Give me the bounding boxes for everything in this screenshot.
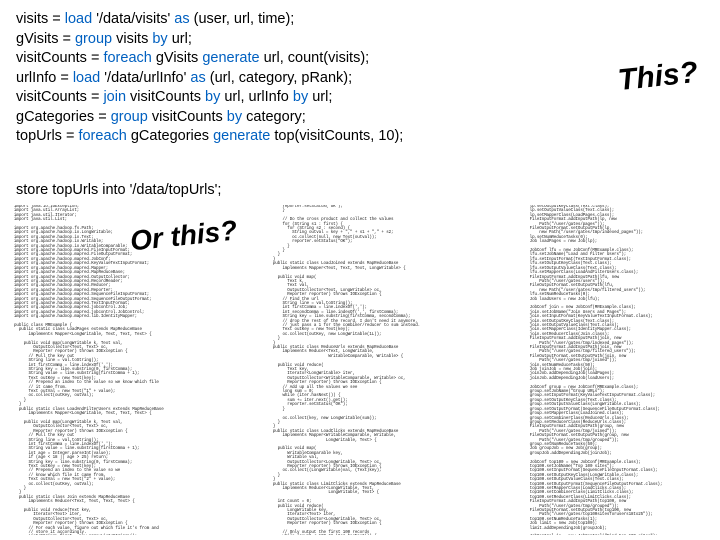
code-text: top(visitCounts, 10);	[270, 128, 403, 144]
code-line: urlInfo = load '/data/urlInfo' as (url, …	[16, 69, 403, 89]
keyword: foreach	[78, 128, 126, 144]
code-text: url;	[168, 31, 192, 47]
code-text: gVisits =	[16, 31, 75, 47]
pig-latin-script: visits = load '/data/visits' as (user, u…	[16, 10, 403, 147]
java-code-column-2: reporter.setStatus("OK"); } // Do the cr…	[268, 205, 513, 535]
code-line: gVisits = group visits by url;	[16, 30, 403, 50]
code-text: (user, url, time);	[190, 11, 295, 27]
keyword: generate	[202, 50, 259, 66]
java-code-column-3: lp.setOutputKeyClass(Text.class); lp.set…	[520, 205, 710, 535]
keyword: as	[190, 70, 205, 86]
code-line: visitCounts = foreach gVisits generate u…	[16, 49, 403, 69]
code-text: (url, category, pRank);	[206, 70, 352, 86]
code-text: '/data/urlInfo'	[100, 70, 190, 86]
pig-store-line: store topUrls into '/data/topUrls';	[16, 182, 221, 198]
code-text: topUrls =	[16, 128, 78, 144]
keyword: group	[111, 109, 148, 125]
keyword: by	[293, 89, 308, 105]
keyword: load	[73, 70, 100, 86]
code-text: gVisits	[152, 50, 203, 66]
keyword: by	[152, 31, 167, 47]
code-text: visitCounts	[126, 89, 205, 105]
code-text: visitCounts	[148, 109, 227, 125]
code-text: visits =	[16, 11, 65, 27]
code-text: urlInfo =	[16, 70, 73, 86]
code-text: url, count(visits);	[260, 50, 370, 66]
keyword: as	[174, 11, 189, 27]
code-text: '/data/visits'	[92, 11, 174, 27]
java-code-column-1: import java.io.IOException; import java.…	[14, 205, 259, 535]
keyword: by	[227, 109, 242, 125]
callout-this: This?	[616, 56, 699, 98]
code-text: category;	[242, 109, 306, 125]
code-text: gCategories	[127, 128, 213, 144]
code-line: visitCounts = join visitCounts by url, u…	[16, 88, 403, 108]
keyword: by	[205, 89, 220, 105]
code-line: topUrls = foreach gCategories generate t…	[16, 127, 403, 147]
code-text: gCategories =	[16, 109, 111, 125]
code-line: gCategories = group visitCounts by categ…	[16, 108, 403, 128]
keyword: generate	[213, 128, 270, 144]
code-text: url, urlInfo	[220, 89, 293, 105]
code-text: visitCounts =	[16, 50, 103, 66]
code-text: url;	[308, 89, 332, 105]
code-line: visits = load '/data/visits' as (user, u…	[16, 10, 403, 30]
code-text: visitCounts =	[16, 89, 103, 105]
keyword: group	[75, 31, 112, 47]
keyword: load	[65, 11, 92, 27]
code-text: visits	[112, 31, 152, 47]
keyword: foreach	[103, 50, 151, 66]
keyword: join	[103, 89, 126, 105]
